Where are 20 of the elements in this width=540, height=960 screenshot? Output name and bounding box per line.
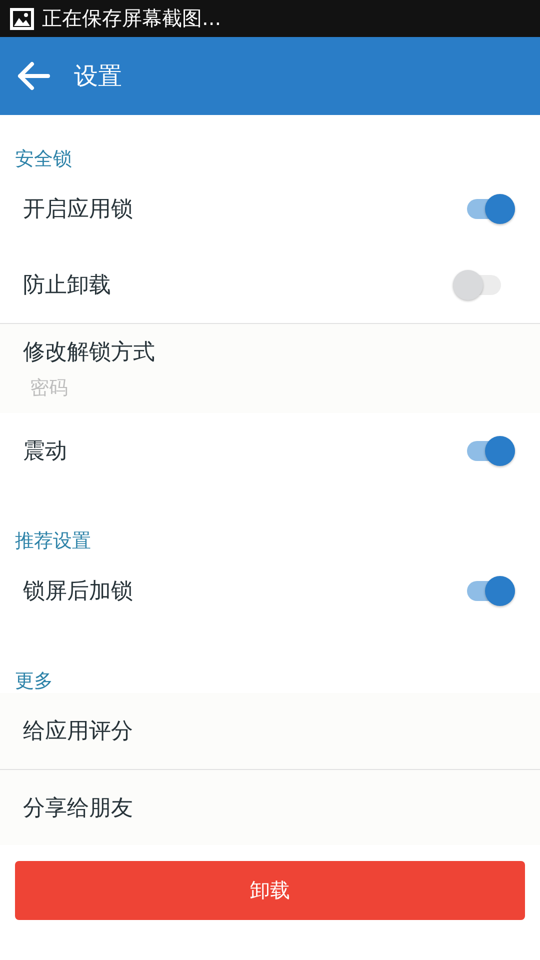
- setting-label: 修改解锁方式: [23, 338, 155, 366]
- back-button[interactable]: [16, 61, 50, 91]
- setting-item[interactable]: 修改解锁方式 密码: [0, 323, 540, 413]
- notification-text: 正在保存屏幕截图...: [42, 5, 222, 32]
- section-header: 推荐设置: [15, 530, 91, 552]
- setting-value: 密码: [29, 376, 68, 400]
- menu-item-label: 分享给朋友: [23, 794, 133, 822]
- screen-title: 设置: [74, 61, 122, 92]
- image-icon: [10, 8, 34, 30]
- menu-item[interactable]: 给应用评分: [0, 693, 540, 769]
- setting-label: 防止卸载: [23, 272, 111, 300]
- uninstall-button[interactable]: 卸载: [15, 861, 525, 920]
- setting-label: 锁屏后加锁: [23, 578, 133, 606]
- menu-item[interactable]: 分享给朋友: [0, 769, 540, 845]
- setting-label: 震动: [23, 438, 67, 466]
- menu-item-label: 给应用评分: [23, 718, 133, 746]
- back-arrow-icon: [16, 61, 50, 91]
- section-header: 安全锁: [15, 148, 72, 170]
- section-header: 更多: [15, 670, 53, 692]
- setting-label: 开启应用锁: [23, 196, 133, 224]
